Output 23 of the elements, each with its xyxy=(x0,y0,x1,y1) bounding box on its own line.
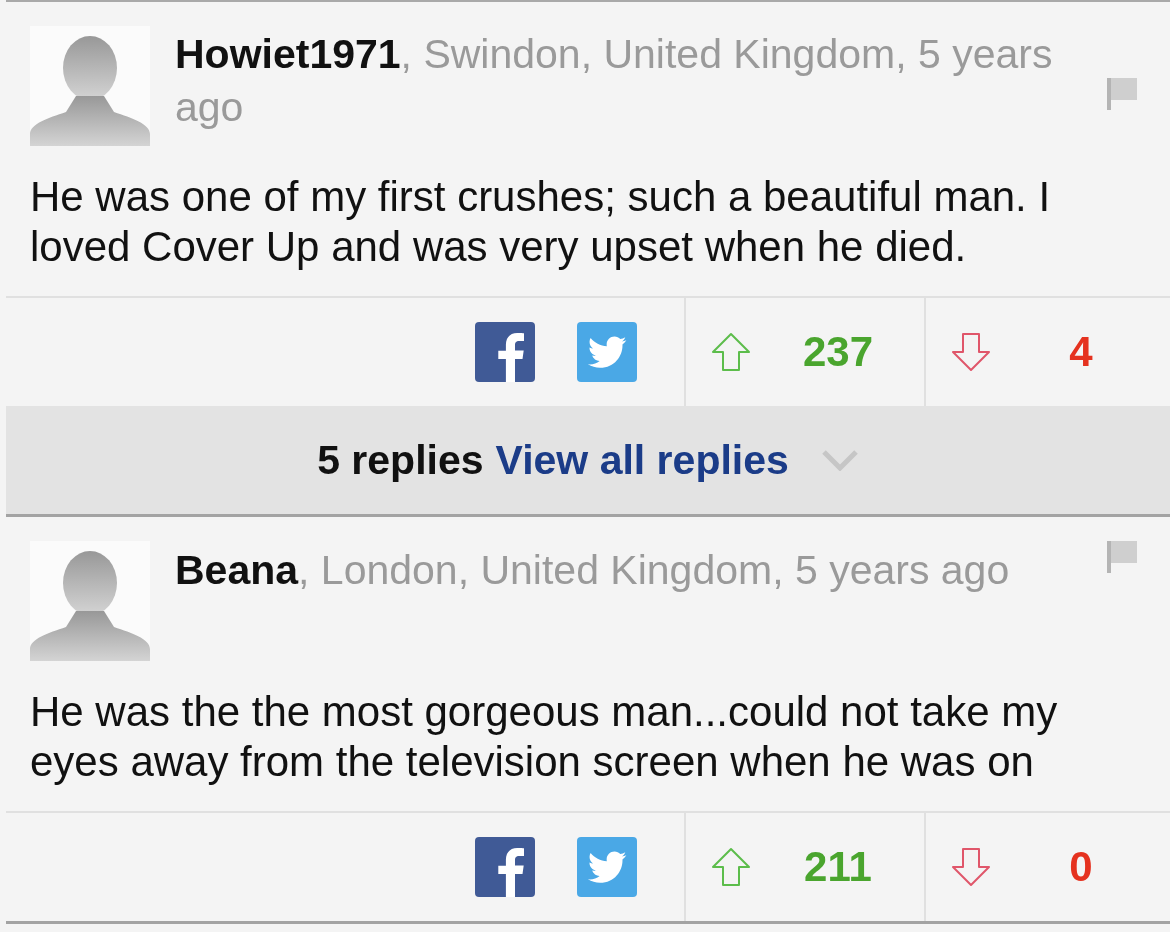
comment-text: He was one of my first crushes; such a beautiful man. I loved Cover Up and was very upset when he died. xyxy=(29,172,1052,272)
reply-count: 5 replies xyxy=(317,436,484,484)
flag-icon[interactable] xyxy=(1107,541,1137,573)
facebook-icon[interactable] xyxy=(475,837,535,897)
upvote-count: 237 xyxy=(801,328,875,376)
comment-text: He was the the most gorgeous man...could not take my eyes away from the television screen when he was on xyxy=(29,687,1059,787)
downvote-count: 4 xyxy=(1068,328,1094,376)
avatar-icon xyxy=(30,26,150,146)
twitter-icon[interactable] xyxy=(577,837,637,897)
avatar-icon xyxy=(30,541,150,661)
downvote-count: 0 xyxy=(1068,843,1094,891)
down-arrow-icon[interactable] xyxy=(950,332,992,372)
flag-icon[interactable] xyxy=(1107,78,1137,110)
twitter-icon[interactable] xyxy=(577,322,637,382)
facebook-icon[interactable] xyxy=(475,322,535,382)
comment-header: Howiet1971, Swindon, United Kingdom, 5 years ago xyxy=(175,30,1054,132)
view-all-replies-link[interactable]: View all replies xyxy=(495,436,789,484)
up-arrow-icon[interactable] xyxy=(710,332,752,372)
down-arrow-icon[interactable] xyxy=(950,847,992,887)
comment-header: Beana, London, United Kingdom, 5 years ago xyxy=(175,546,1011,595)
upvote-count: 211 xyxy=(803,843,873,891)
up-arrow-icon[interactable] xyxy=(710,847,752,887)
chevron-down-icon[interactable] xyxy=(820,449,859,471)
